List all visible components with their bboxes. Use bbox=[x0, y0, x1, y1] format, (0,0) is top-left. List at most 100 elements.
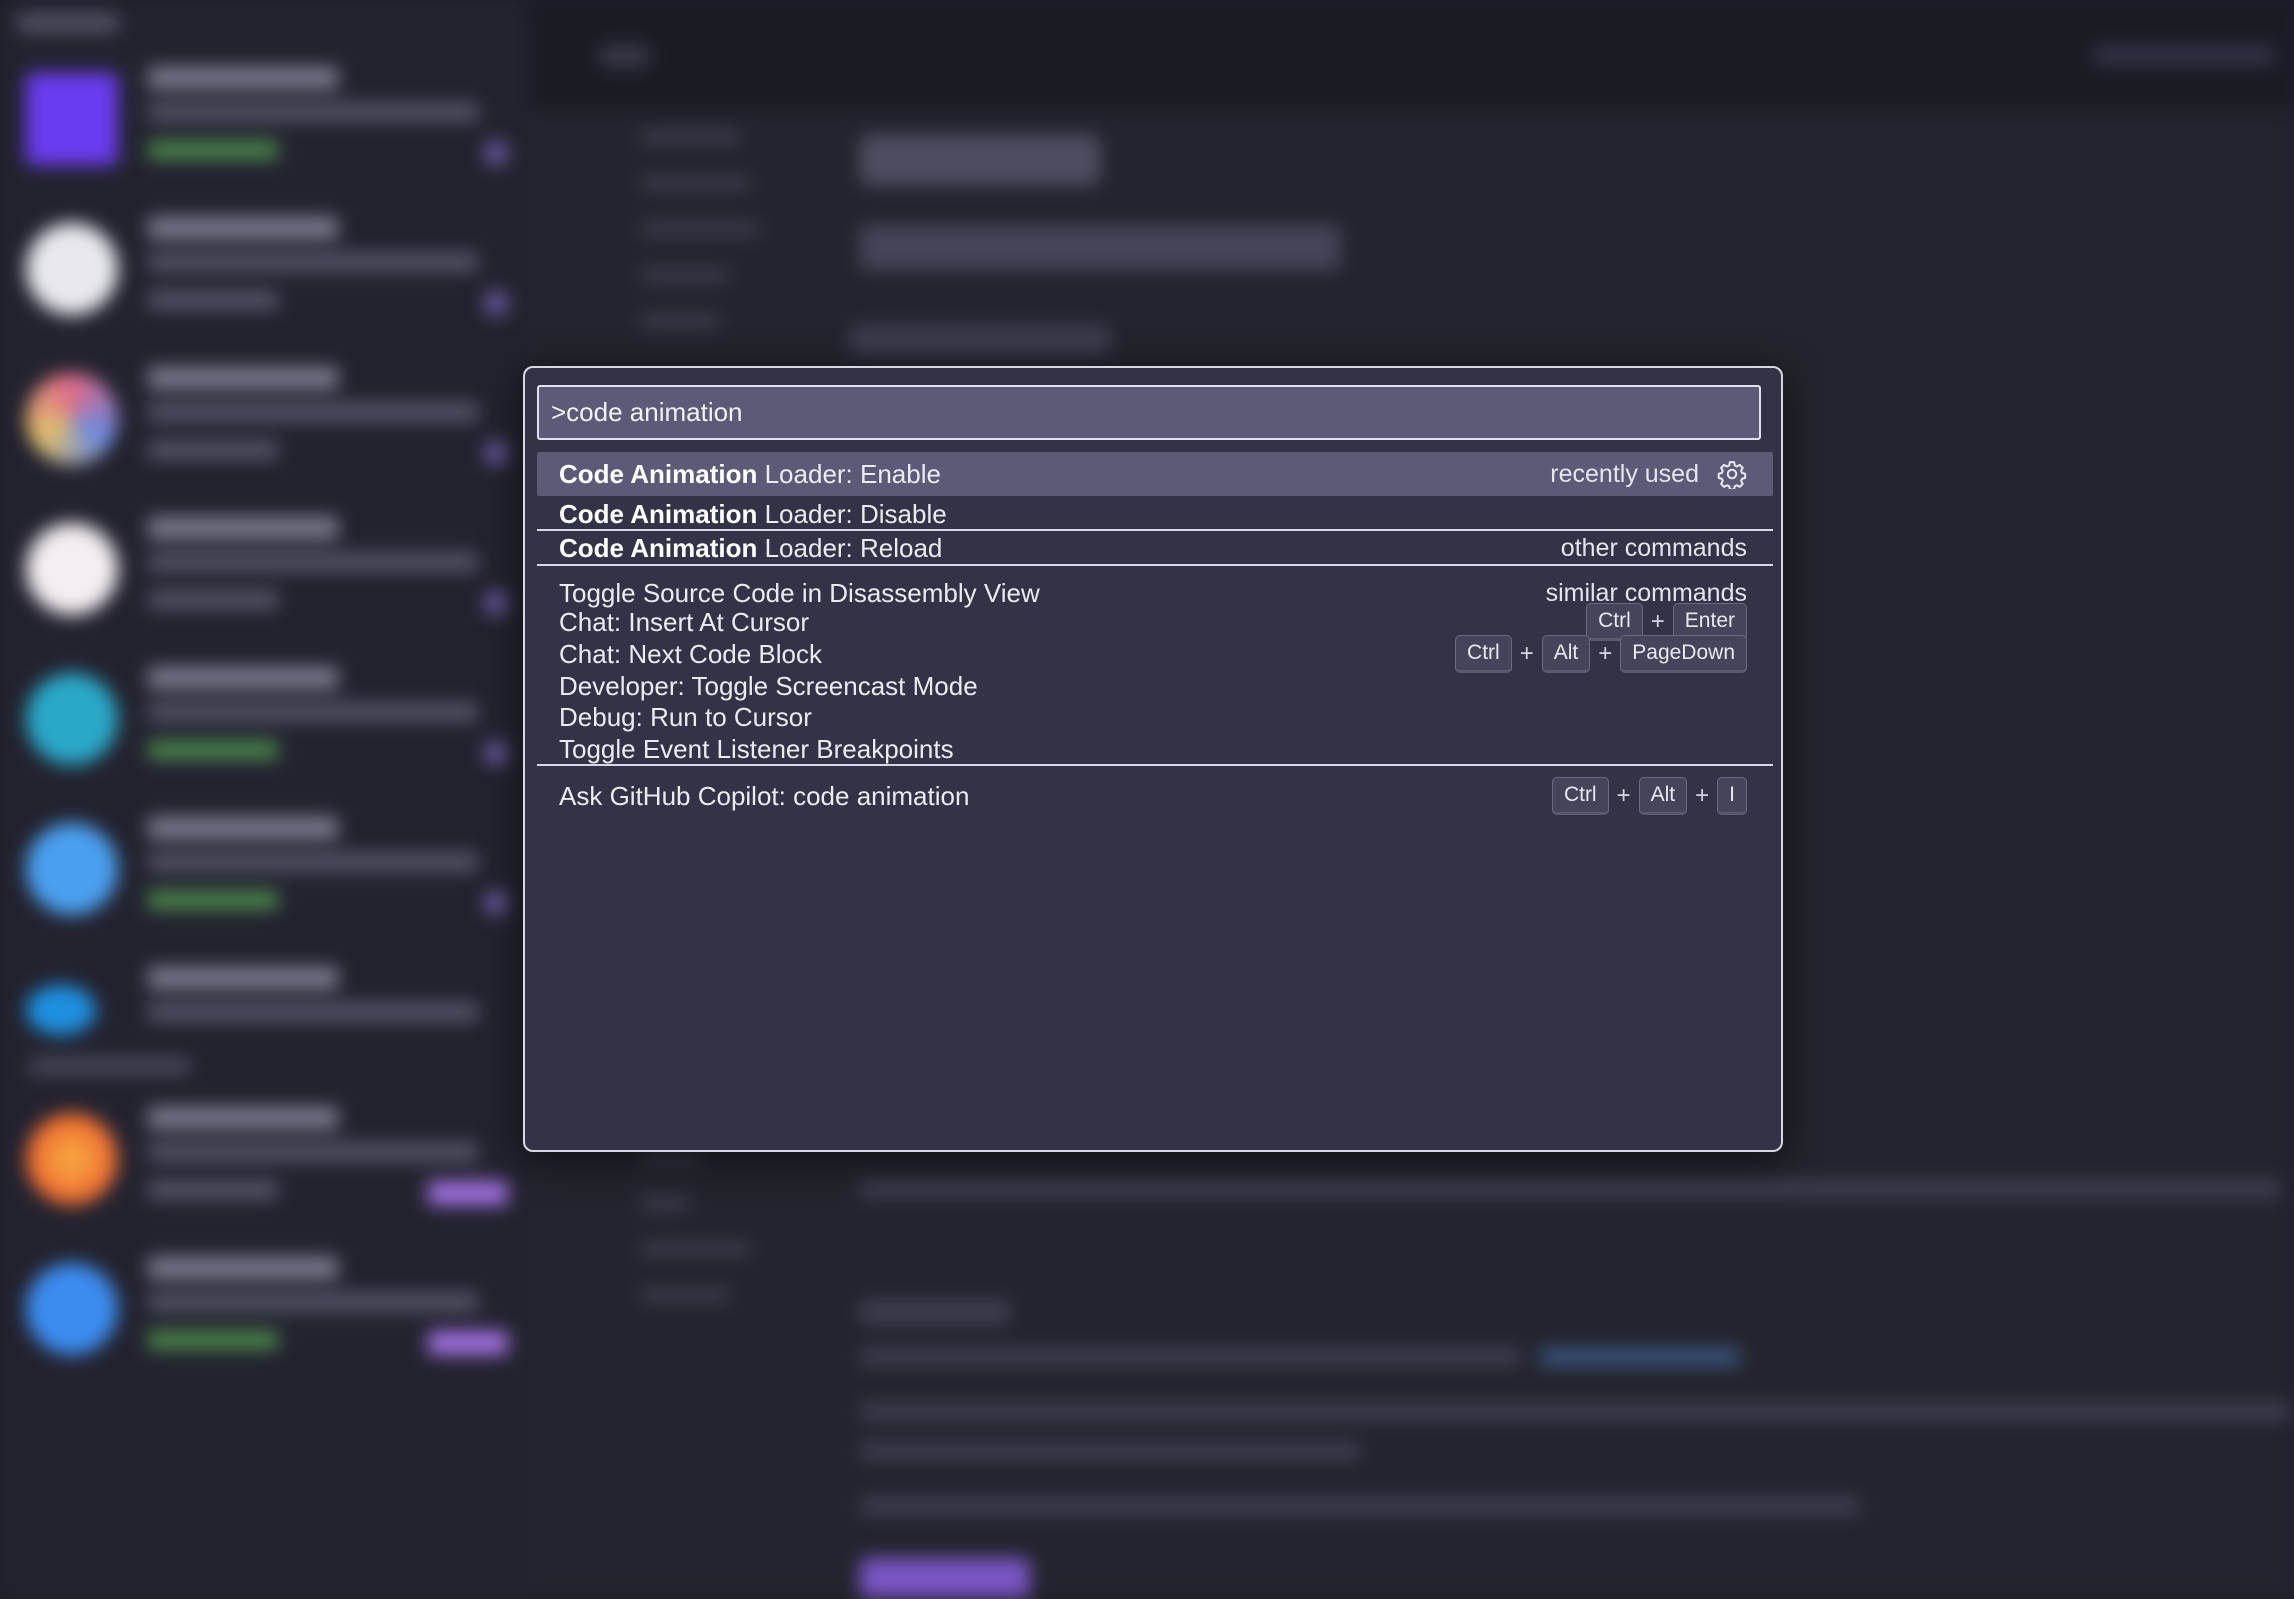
toc-item[interactable] bbox=[640, 1242, 750, 1256]
extension-install-button[interactable] bbox=[428, 1181, 508, 1205]
command-label-match: Code Animation bbox=[559, 458, 758, 489]
command-group-label: recently used bbox=[1550, 459, 1699, 488]
command-meta: Ctrl + Alt + I bbox=[1551, 777, 1747, 815]
page-heading-placeholder bbox=[860, 135, 1100, 185]
extension-list-item[interactable] bbox=[18, 205, 508, 345]
toc-item[interactable] bbox=[640, 1150, 700, 1164]
extension-publisher-placeholder bbox=[148, 291, 278, 309]
extension-description-placeholder bbox=[148, 1293, 478, 1311]
toc-item[interactable] bbox=[640, 1196, 690, 1210]
toc-item[interactable] bbox=[640, 130, 740, 144]
keybinding-separator: + bbox=[1598, 640, 1613, 667]
editor-tab[interactable] bbox=[600, 45, 650, 67]
extension-manage-button[interactable] bbox=[484, 141, 508, 165]
command-palette-item[interactable]: Toggle Event Listener Breakpoints bbox=[537, 733, 1773, 766]
extension-title-placeholder bbox=[148, 1107, 338, 1129]
toc-item[interactable] bbox=[640, 176, 750, 190]
extension-list-item[interactable] bbox=[18, 955, 508, 1045]
extension-publisher-placeholder bbox=[148, 141, 278, 159]
keybinding-key: Alt bbox=[1541, 635, 1591, 673]
command-label: Developer: Toggle Screencast Mode bbox=[559, 671, 1747, 702]
extension-title-placeholder bbox=[148, 967, 338, 989]
extension-manage-button[interactable] bbox=[484, 291, 508, 315]
extension-title-placeholder bbox=[148, 367, 338, 389]
subheading-placeholder bbox=[850, 325, 1110, 355]
command-palette-item[interactable]: Code Animation Loader: Disable bbox=[537, 498, 1773, 531]
extension-description-placeholder bbox=[148, 1143, 478, 1161]
toc-item[interactable] bbox=[640, 1288, 730, 1302]
command-palette-item[interactable]: Code Animation Loader: Reload other comma… bbox=[537, 531, 1773, 566]
extension-publisher-placeholder bbox=[148, 591, 278, 609]
command-palette-item[interactable]: Developer: Toggle Screencast Mode bbox=[537, 670, 1773, 702]
extension-title-placeholder bbox=[148, 217, 338, 239]
command-label: Ask GitHub Copilot: code animation bbox=[559, 781, 1552, 812]
extension-install-button[interactable] bbox=[428, 1331, 508, 1355]
command-label: Toggle Source Code in Disassembly View bbox=[559, 578, 1546, 609]
extension-icon bbox=[26, 1263, 118, 1355]
extension-publisher-placeholder bbox=[148, 1331, 278, 1349]
command-label: Debug: Run to Cursor bbox=[559, 702, 1747, 733]
setting-description-placeholder bbox=[860, 1442, 1360, 1460]
gear-icon[interactable] bbox=[1717, 459, 1747, 489]
command-label-text: Toggle Source Code in Disassembly View bbox=[559, 577, 1040, 608]
extension-list-item[interactable] bbox=[18, 355, 508, 495]
extension-manage-button[interactable] bbox=[484, 741, 508, 765]
setting-description-placeholder bbox=[860, 1348, 1520, 1366]
primary-action-button[interactable] bbox=[860, 1558, 1030, 1598]
command-palette-item[interactable]: Chat: Insert At Cursor Ctrl + Enter bbox=[537, 603, 1773, 641]
extension-icon bbox=[26, 73, 118, 165]
extension-icon bbox=[26, 673, 118, 765]
command-label-text: Loader: Disable bbox=[757, 498, 947, 529]
extension-description-placeholder bbox=[148, 253, 478, 271]
extension-icon bbox=[26, 523, 118, 615]
extension-description-placeholder bbox=[148, 1003, 478, 1021]
toc-item[interactable] bbox=[640, 268, 730, 282]
toc-item[interactable] bbox=[640, 222, 760, 236]
extension-description-placeholder bbox=[148, 703, 478, 721]
keybinding-key: Ctrl bbox=[1551, 777, 1609, 815]
command-label-text: Toggle Event Listener Breakpoints bbox=[559, 733, 954, 764]
keybinding-key: Alt bbox=[1638, 777, 1688, 815]
extension-description-placeholder bbox=[148, 103, 478, 121]
extension-list-item[interactable] bbox=[18, 1095, 508, 1235]
sidebar-section-header bbox=[18, 14, 118, 32]
command-palette-input[interactable] bbox=[537, 385, 1761, 440]
command-meta: Ctrl + Alt + PageDown bbox=[1455, 635, 1747, 673]
extension-icon bbox=[26, 1113, 118, 1205]
extension-icon bbox=[26, 823, 118, 915]
keybinding-key: PageDown bbox=[1620, 635, 1747, 673]
extension-publisher-placeholder bbox=[148, 1181, 278, 1199]
command-label: Chat: Insert At Cursor bbox=[559, 607, 1586, 638]
extension-icon bbox=[26, 373, 118, 465]
command-palette-item[interactable]: Debug: Run to Cursor bbox=[537, 701, 1773, 733]
extension-publisher-placeholder bbox=[148, 441, 278, 459]
command-palette-item[interactable]: Chat: Next Code Block Ctrl + Alt + PageDown bbox=[537, 635, 1773, 673]
extension-icon bbox=[26, 985, 96, 1035]
extension-list-item[interactable] bbox=[18, 505, 508, 645]
command-label-text: Ask GitHub Copilot: code animation bbox=[559, 780, 970, 811]
extension-list-item[interactable] bbox=[18, 55, 508, 195]
settings-link-placeholder[interactable] bbox=[1540, 1348, 1740, 1366]
command-label-text: Loader: Enable bbox=[757, 458, 941, 489]
keybinding-separator: + bbox=[1695, 782, 1710, 809]
extension-list-item[interactable] bbox=[18, 1245, 508, 1385]
command-palette-item[interactable]: Ask GitHub Copilot: code animation Ctrl + A… bbox=[537, 777, 1773, 815]
extension-title-placeholder bbox=[148, 517, 338, 539]
setting-title-placeholder bbox=[860, 1300, 1010, 1324]
extension-manage-button[interactable] bbox=[484, 441, 508, 465]
extension-title-placeholder bbox=[148, 1257, 338, 1279]
keybinding-separator: + bbox=[1616, 782, 1631, 809]
command-label-text: Developer: Toggle Screencast Mode bbox=[559, 670, 978, 701]
extension-list-item[interactable] bbox=[18, 805, 508, 945]
extension-list-item[interactable] bbox=[18, 655, 508, 795]
extension-title-placeholder bbox=[148, 67, 338, 89]
extension-description-placeholder bbox=[148, 853, 478, 871]
extension-description-placeholder bbox=[148, 553, 478, 571]
command-palette-item[interactable]: Code Animation Loader: Enable recently us… bbox=[537, 452, 1773, 496]
extension-manage-button[interactable] bbox=[484, 591, 508, 615]
command-label-text: Chat: Next Code Block bbox=[559, 638, 823, 669]
command-palette: Code Animation Loader: Enable recently us… bbox=[523, 366, 1783, 1152]
setting-description-placeholder bbox=[860, 1402, 2290, 1420]
extension-manage-button[interactable] bbox=[484, 891, 508, 915]
toc-item[interactable] bbox=[640, 314, 720, 328]
